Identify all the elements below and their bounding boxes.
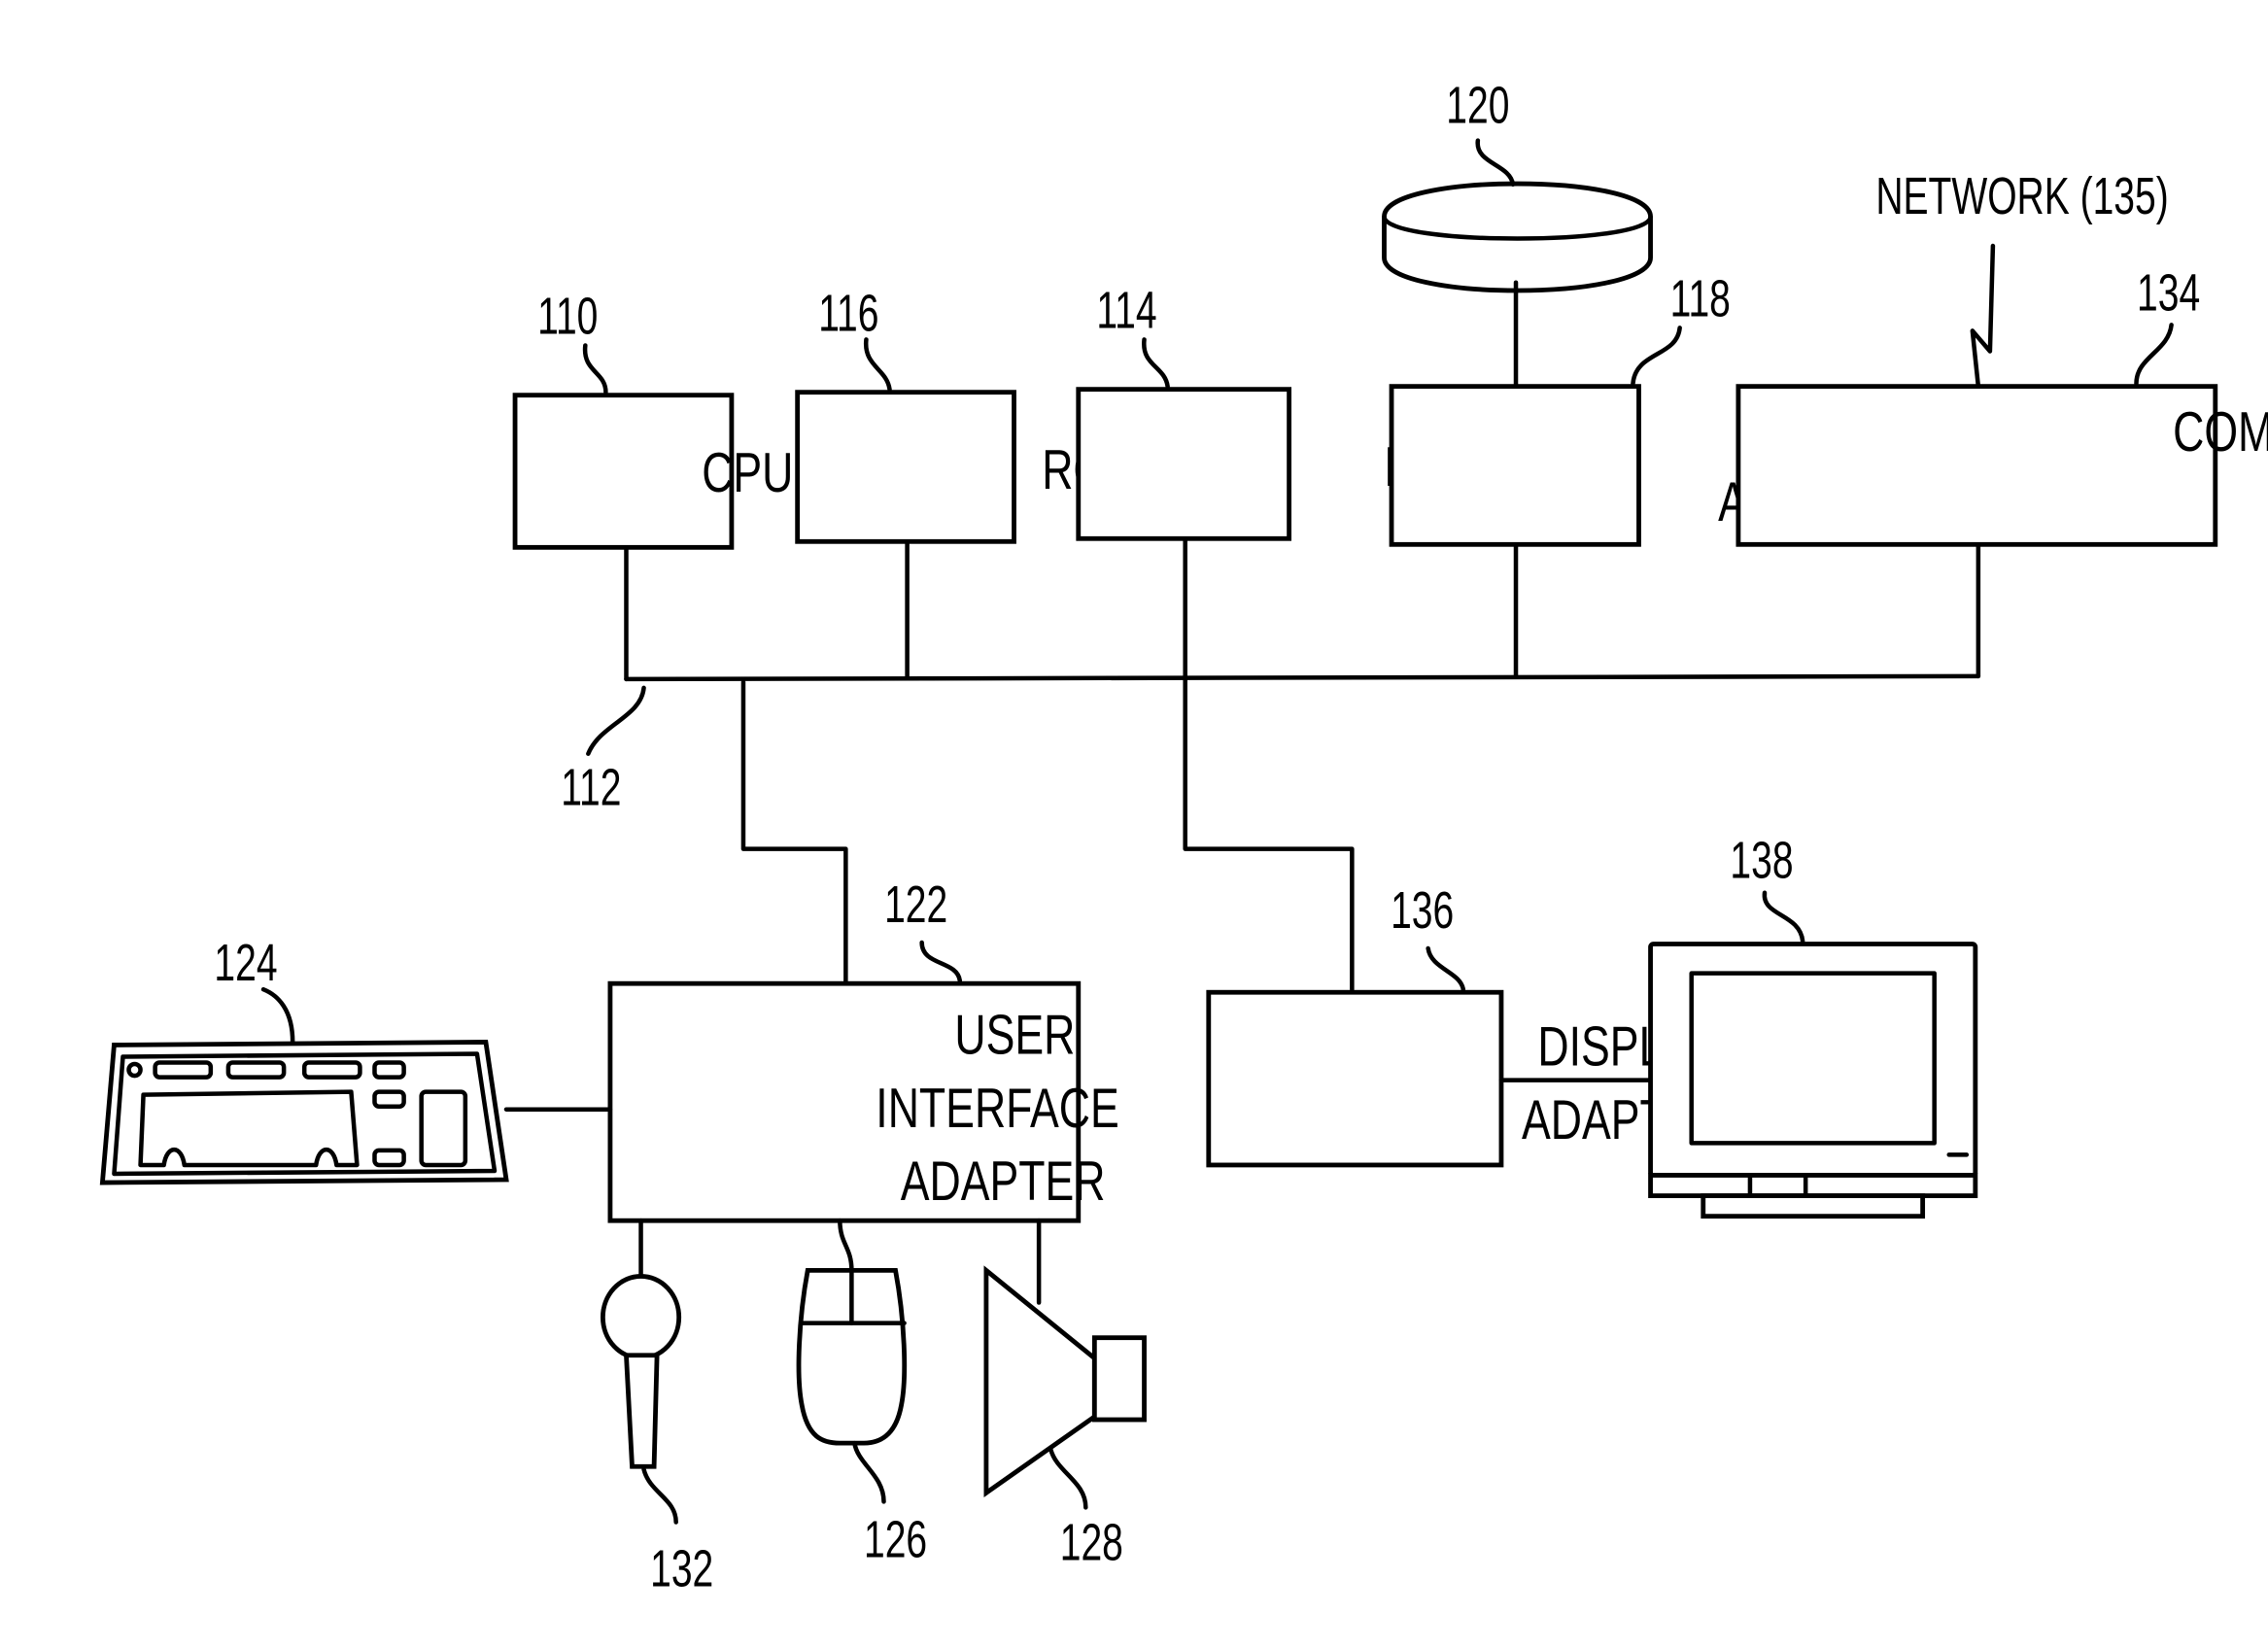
disk-ref-leader bbox=[1475, 138, 1516, 188]
bus-ref: 112 bbox=[561, 758, 621, 817]
cpu-ref: 110 bbox=[537, 287, 598, 346]
communication-adapter-ref: 134 bbox=[2137, 263, 2200, 323]
rom-ref-leader bbox=[864, 337, 892, 392]
keyboard-ref-leader bbox=[260, 986, 295, 1045]
io-adapter-ref-leader bbox=[1631, 326, 1682, 386]
communication-adapter-label-line1: COMMUNICATION bbox=[2173, 401, 2268, 464]
keyboard-ref: 124 bbox=[214, 934, 277, 993]
display-adapter-ref: 136 bbox=[1391, 881, 1454, 941]
disk-storage-icon[interactable] bbox=[1382, 181, 1653, 293]
monitor-ref-leader bbox=[1762, 890, 1805, 944]
network-label: NETWORK (135) bbox=[1875, 167, 2168, 226]
keyboard-icon[interactable] bbox=[99, 1039, 509, 1185]
mouse-ref: 126 bbox=[864, 1510, 927, 1569]
speaker-ref-leader bbox=[1048, 1446, 1088, 1510]
ram-ref: 114 bbox=[1096, 281, 1156, 340]
io-adapter-ref: 118 bbox=[1670, 269, 1731, 328]
speaker-icon[interactable] bbox=[983, 1265, 1147, 1497]
ui-adapter-label-line3: ADAPTER bbox=[901, 1150, 1106, 1213]
mouse-icon[interactable] bbox=[796, 1267, 908, 1446]
bus-ref-leader bbox=[586, 685, 646, 756]
display-adapter-ref-leader bbox=[1426, 945, 1466, 992]
monitor-icon[interactable] bbox=[1648, 942, 1978, 1219]
mouse-ref-leader bbox=[852, 1440, 886, 1504]
ui-adapter-label-line1: USER bbox=[954, 1004, 1075, 1066]
system-bus bbox=[624, 533, 1981, 992]
ram-ref-leader bbox=[1142, 337, 1170, 389]
rom-ref: 116 bbox=[818, 284, 878, 343]
system-diagram: 112 CPU 110 ROM 116 RAM 114 120 I/O ADAP… bbox=[99, 76, 2268, 1599]
disk-ref: 120 bbox=[1446, 76, 1509, 135]
communication-adapter-block[interactable]: COMMUNICATION ADAPTER bbox=[1735, 384, 2268, 547]
ui-adapter-ref: 122 bbox=[884, 876, 947, 935]
user-interface-adapter-block[interactable]: USER INTERFACE ADAPTER bbox=[607, 980, 1119, 1223]
ui-adapter-label-line2: INTERFACE bbox=[876, 1077, 1118, 1139]
monitor-ref: 138 bbox=[1730, 832, 1793, 891]
speaker-ref: 128 bbox=[1060, 1513, 1123, 1572]
microphone-icon[interactable] bbox=[600, 1274, 682, 1469]
microphone-ref: 132 bbox=[650, 1540, 713, 1599]
ui-adapter-ref-leader bbox=[919, 940, 963, 983]
microphone-ref-leader bbox=[641, 1466, 678, 1525]
cpu-block[interactable]: CPU bbox=[512, 393, 793, 550]
communication-adapter-ref-leader bbox=[2134, 323, 2174, 386]
cpu-ref-leader bbox=[582, 343, 608, 395]
cpu-label: CPU bbox=[702, 442, 793, 504]
lightning-link-icon bbox=[1970, 243, 1996, 389]
